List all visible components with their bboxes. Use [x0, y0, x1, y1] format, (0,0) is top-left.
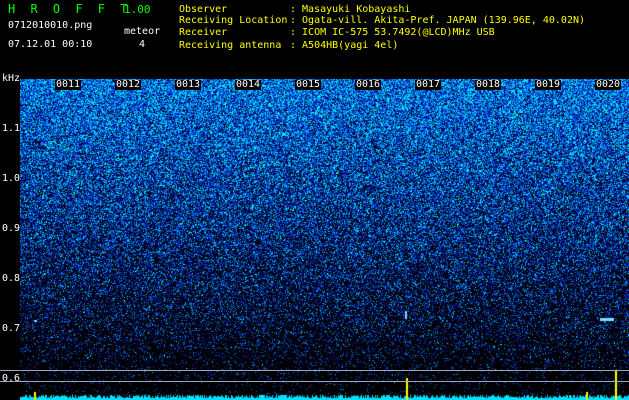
x-tick-label: 0012	[115, 79, 142, 90]
x-tick-label: 0016	[355, 79, 382, 90]
receiver-label: Receiver	[179, 27, 228, 38]
antenna-value: : A504HB(yagi 4el)	[290, 40, 399, 51]
y-tick-label: 1.1	[2, 123, 21, 134]
app-title: H R O F F T	[8, 2, 132, 16]
receiver-value: : ICOM IC-575 53.7492(@LCD)MHz USB	[290, 27, 495, 38]
x-tick-label: 0017	[415, 79, 442, 90]
x-tick-label: 0011	[55, 79, 82, 90]
y-tick-label: 0.6	[2, 373, 21, 384]
y-tick-label: 0.7	[2, 323, 21, 334]
location-label: Receiving Location	[179, 15, 288, 26]
date-time: 07.12.01 00:10	[8, 39, 93, 50]
x-tick-label: 0018	[475, 79, 502, 90]
y-tick-label: 0.8	[2, 273, 21, 284]
spectrogram	[20, 79, 629, 400]
y-axis-unit: kHz	[2, 73, 21, 84]
reference-line	[0, 381, 629, 382]
x-tick-label: 0015	[295, 79, 322, 90]
y-tick-label: 1.0	[2, 173, 21, 184]
meteor-label: meteor	[124, 26, 161, 37]
reference-line	[0, 370, 629, 371]
antenna-label: Receiving antenna	[179, 40, 282, 51]
app-version: 1.00	[124, 3, 151, 16]
x-tick-label: 0013	[175, 79, 202, 90]
y-tick-label: 0.9	[2, 223, 21, 234]
location-value: : Ogata-vill. Akita-Pref. JAPAN (139.96E…	[290, 15, 586, 26]
meteor-count: 4	[139, 39, 146, 50]
x-tick-label: 0020	[595, 79, 622, 90]
x-tick-label: 0014	[235, 79, 262, 90]
observer-value: : Masayuki Kobayashi	[290, 4, 411, 15]
observer-label: Observer	[179, 4, 228, 15]
x-tick-label: 0019	[535, 79, 562, 90]
file-name: 0712010010.png	[8, 20, 93, 31]
